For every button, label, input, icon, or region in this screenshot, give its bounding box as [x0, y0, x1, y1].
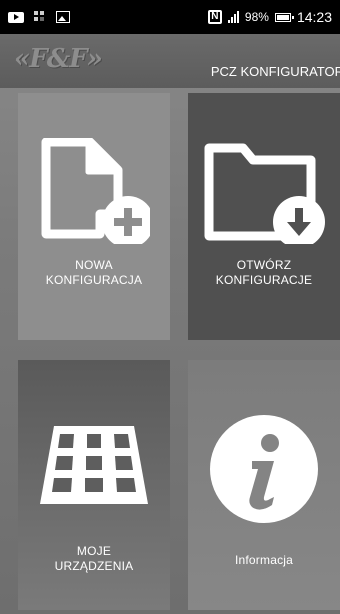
new-file-plus-icon [41, 138, 150, 244]
nfc-icon: N [207, 10, 222, 24]
youtube-icon [8, 11, 24, 23]
tile-label: NOWA KONFIGURACJA [45, 258, 143, 287]
system-icons: N 98% 14:23 [207, 9, 332, 25]
app-header: «F&F» PCZ KONFIGURATOR [0, 34, 340, 88]
open-configuration-tile[interactable]: OTWÓRZ KONFIGURACJE [188, 93, 340, 340]
info-icon [210, 415, 318, 523]
image-icon [56, 11, 70, 23]
notification-icons [8, 11, 70, 23]
clock: 14:23 [296, 9, 332, 25]
tile-label: OTWÓRZ KONFIGURACJE [215, 258, 313, 287]
status-bar: N 98% 14:23 [0, 0, 340, 34]
brand-logo: «F&F» [14, 44, 103, 74]
information-tile[interactable]: Informacja [188, 360, 340, 610]
tile-label: Informacja [234, 553, 294, 567]
battery-icon [274, 12, 294, 22]
tile-label: MOJE URZĄDZENIA [54, 544, 134, 573]
device-grid-icon [40, 426, 148, 504]
new-configuration-tile[interactable]: NOWA KONFIGURACJA [18, 93, 170, 340]
folder-download-icon [204, 143, 325, 244]
signal-icon [227, 11, 239, 23]
battery-percent: 98% [244, 10, 269, 24]
dots-grid-icon [34, 11, 46, 23]
my-devices-tile[interactable]: MOJE URZĄDZENIA [18, 360, 170, 610]
app-title: PCZ KONFIGURATOR [210, 64, 340, 79]
